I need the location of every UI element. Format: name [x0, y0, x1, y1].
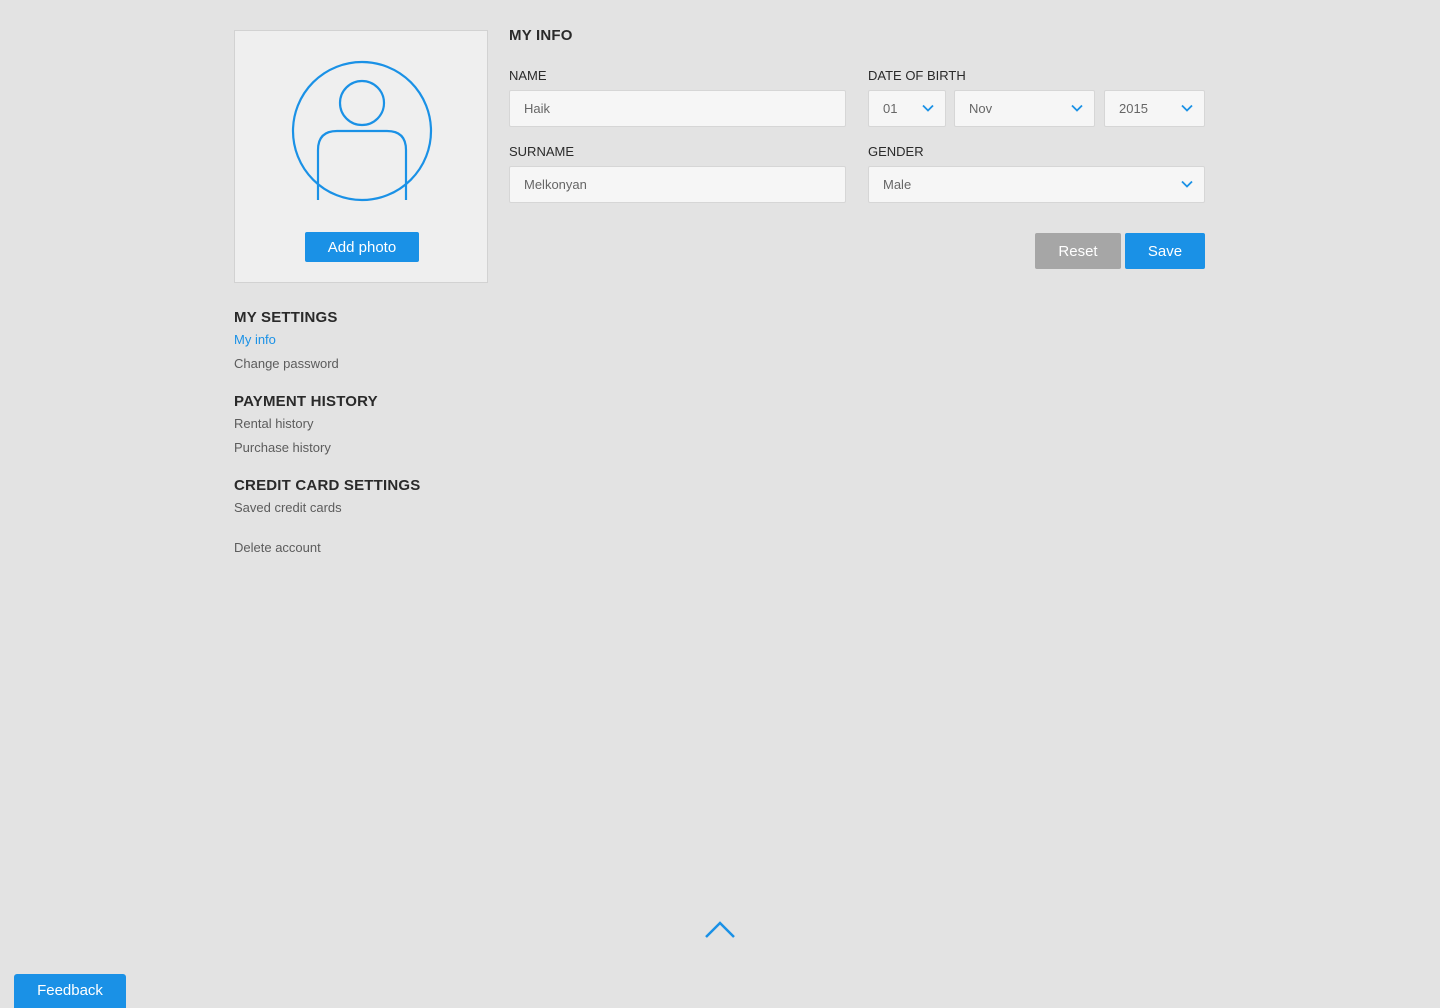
- chevron-down-icon: [1181, 180, 1193, 188]
- menu-heading-my-settings: MY SETTINGS: [234, 309, 338, 326]
- user-avatar-icon: [291, 60, 433, 202]
- chevron-down-icon: [1181, 104, 1193, 112]
- avatar-card: Add photo: [234, 30, 488, 283]
- gender-value: Male: [883, 177, 912, 192]
- birth-month-value: Nov: [969, 101, 993, 116]
- surname-field[interactable]: [509, 166, 846, 203]
- menu-group-payment-history: PAYMENT HISTORY Rental history Purchase …: [234, 392, 494, 460]
- menu-item-saved-credit-cards[interactable]: Saved credit cards: [234, 496, 494, 520]
- chevron-down-icon: [1071, 104, 1083, 112]
- page-title: MY INFO: [509, 27, 573, 44]
- save-button[interactable]: Save: [1125, 233, 1205, 269]
- menu-heading-credit-card-settings: CREDIT CARD SETTINGS: [234, 477, 421, 494]
- menu-group-credit-card-settings: CREDIT CARD SETTINGS Saved credit cards: [234, 476, 494, 520]
- feedback-button[interactable]: Feedback: [14, 974, 126, 1008]
- menu-item-change-password[interactable]: Change password: [234, 352, 494, 376]
- gender-select[interactable]: Male: [868, 166, 1205, 203]
- birth-day-value: 01: [883, 101, 898, 116]
- menu-item-rental-history[interactable]: Rental history: [234, 412, 494, 436]
- menu-item-my-info[interactable]: My info: [234, 328, 494, 352]
- delete-account-link[interactable]: Delete account: [234, 536, 494, 560]
- add-photo-button[interactable]: Add photo: [305, 232, 419, 262]
- birth-year-value: 2015: [1119, 101, 1148, 116]
- menu-heading-payment-history: PAYMENT HISTORY: [234, 393, 378, 410]
- birth-month-select[interactable]: Nov: [954, 90, 1095, 127]
- chevron-down-icon: [922, 104, 934, 112]
- menu-group-my-settings: MY SETTINGS My info Change password: [234, 308, 494, 376]
- date-of-birth-label: DATE OF BIRTH: [868, 68, 966, 83]
- reset-button[interactable]: Reset: [1035, 233, 1121, 269]
- name-label: NAME: [509, 68, 547, 83]
- menu-item-purchase-history[interactable]: Purchase history: [234, 436, 494, 460]
- settings-page: Add photo MY SETTINGS My info Change pas…: [0, 0, 1440, 1008]
- birth-year-select[interactable]: 2015: [1104, 90, 1205, 127]
- birth-day-select[interactable]: 01: [868, 90, 946, 127]
- name-field[interactable]: [509, 90, 846, 127]
- chevron-up-icon[interactable]: [704, 919, 736, 941]
- settings-menu: MY SETTINGS My info Change password PAYM…: [234, 308, 494, 560]
- surname-label: SURNAME: [509, 144, 575, 159]
- gender-label: GENDER: [868, 144, 924, 159]
